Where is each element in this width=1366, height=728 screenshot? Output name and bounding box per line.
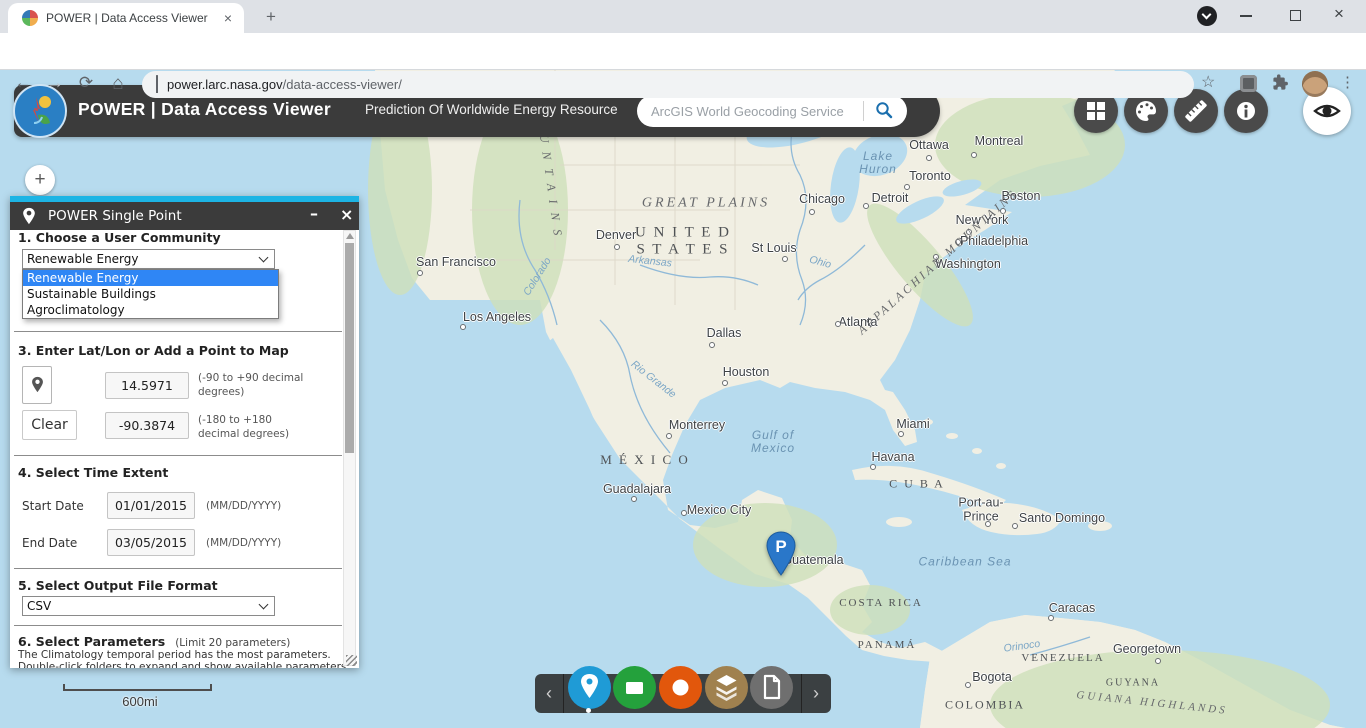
island-cuba <box>852 465 1006 509</box>
latitude-input[interactable] <box>105 372 189 399</box>
url-path: /data-access-viewer/ <box>282 77 402 92</box>
regional-tool-button[interactable] <box>613 666 656 709</box>
end-date-input[interactable] <box>107 529 195 556</box>
browser-menu-icon[interactable]: ⋮ <box>1340 73 1355 91</box>
window-minimize-button[interactable] <box>1240 15 1252 17</box>
reload-button[interactable]: ⟳ <box>74 73 98 93</box>
user-community-select[interactable]: Renewable Energy <box>22 249 275 269</box>
lock-icon <box>156 74 158 94</box>
section-divider <box>14 455 342 456</box>
forward-button[interactable]: → <box>43 73 67 93</box>
map-scale-label: 600mi <box>122 694 158 709</box>
section-time-heading: 4. Select Time Extent <box>18 465 169 480</box>
section-divider <box>14 568 342 569</box>
output-format-select[interactable]: CSV <box>22 596 275 616</box>
marker-label: P <box>775 537 786 556</box>
search-input[interactable] <box>651 103 863 119</box>
start-date-input[interactable] <box>107 492 195 519</box>
url-host: power.larc.nasa.gov <box>167 77 283 92</box>
site-favicon-icon <box>22 10 38 26</box>
tab-title: POWER | Data Access Viewer <box>46 11 208 25</box>
clear-button[interactable]: Clear <box>22 410 77 440</box>
new-tab-button[interactable]: + <box>258 4 284 30</box>
chevron-down-icon <box>1201 9 1212 20</box>
scroll-up-icon[interactable] <box>346 233 354 239</box>
point-tool-button[interactable] <box>568 666 611 709</box>
map-point-marker[interactable]: P <box>764 531 798 577</box>
active-tool-indicator <box>586 708 591 713</box>
tab-close-icon[interactable]: × <box>220 10 236 26</box>
window-close-button[interactable]: × <box>1334 4 1344 24</box>
island-jamaica <box>886 517 912 527</box>
map-scale-bar <box>63 684 212 691</box>
extensions-puzzle-icon[interactable] <box>1272 74 1289 96</box>
browser-toolbar: ← → ⟳ ⌂ power.larc.nasa.gov/data-access-… <box>0 33 1366 98</box>
document-tool-button[interactable] <box>750 666 793 709</box>
dropdown-option[interactable]: Agroclimatology <box>23 302 278 318</box>
date-format-hint: (MM/DD/YYYY) <box>206 500 282 512</box>
add-point-button[interactable] <box>22 366 52 404</box>
end-date-label: End Date <box>22 536 78 550</box>
chevron-down-icon <box>258 599 269 610</box>
app-subtitle: Prediction Of Worldwide Energy Resource <box>365 102 618 117</box>
panel-header[interactable]: POWER Single Point – × <box>10 202 359 230</box>
pin-icon <box>23 207 35 225</box>
extension-icon[interactable] <box>1240 75 1257 92</box>
longitude-hint: (-180 to +180 decimal degrees) <box>198 414 290 440</box>
start-date-label: Start Date <box>22 499 84 513</box>
home-button[interactable]: ⌂ <box>106 73 130 95</box>
params-note: Double-click folders to expand and show … <box>18 661 347 668</box>
browser-update-icon[interactable] <box>1197 6 1217 26</box>
section-community-heading: 1. Choose a User Community <box>18 230 221 245</box>
panel-minimize-icon[interactable]: – <box>310 204 318 223</box>
island-puerto-rico <box>1088 521 1112 531</box>
panel-title: POWER Single Point <box>48 208 182 224</box>
back-button[interactable]: ← <box>11 73 35 93</box>
map-zoom-in-button[interactable]: + <box>25 165 55 195</box>
info-button[interactable] <box>1224 89 1268 133</box>
layers-tool-button[interactable] <box>705 666 748 709</box>
bookmark-star-icon[interactable]: ☆ <box>1201 72 1215 92</box>
params-note: The Climatology temporal period has the … <box>18 649 331 661</box>
scrollbar-thumb[interactable] <box>345 243 354 453</box>
geocode-search[interactable] <box>637 95 907 127</box>
user-community-dropdown[interactable]: Renewable Energy Sustainable Buildings Agr… <box>22 269 279 319</box>
panel-resize-handle[interactable] <box>346 655 357 666</box>
island-hispaniola <box>962 502 1061 536</box>
date-format-hint: (MM/DD/YYYY) <box>206 537 282 549</box>
app-title: POWER | Data Access Viewer <box>78 99 331 119</box>
window-maximize-button[interactable] <box>1290 10 1301 21</box>
section-format-heading: 5. Select Output File Format <box>18 578 218 593</box>
longitude-input[interactable] <box>105 412 189 439</box>
section-params-heading: 6. Select Parameters (Limit 20 parameters… <box>18 634 291 649</box>
params-limit-note: (Limit 20 parameters) <box>175 637 291 649</box>
section-latlon-heading: 3. Enter Lat/Lon or Add a Point to Map <box>18 343 289 358</box>
power-single-point-panel: POWER Single Point – × 1. Choose a User … <box>10 196 359 668</box>
toolbar-divider <box>563 674 564 713</box>
browser-tab[interactable]: POWER | Data Access Viewer × <box>8 3 244 33</box>
output-format-value: CSV <box>27 599 52 613</box>
chevron-down-icon <box>258 252 269 263</box>
panel-close-icon[interactable]: × <box>340 205 353 224</box>
global-tool-button[interactable] <box>659 666 702 709</box>
dropdown-option[interactable]: Renewable Energy <box>23 270 278 286</box>
browser-tab-strip: POWER | Data Access Viewer × + × <box>0 0 1366 33</box>
dropdown-option[interactable]: Sustainable Buildings <box>23 286 278 302</box>
toolbar-next-icon[interactable]: › <box>802 674 830 713</box>
url-bar[interactable]: power.larc.nasa.gov/data-access-viewer/ <box>142 71 1194 98</box>
user-community-value: Renewable Energy <box>27 252 139 266</box>
search-icon[interactable] <box>864 95 904 127</box>
latitude-hint: (-90 to +90 decimal degrees) <box>198 372 304 398</box>
profile-avatar[interactable] <box>1302 71 1328 97</box>
section-divider <box>14 625 342 626</box>
toolbar-prev-icon[interactable]: ‹ <box>535 674 563 713</box>
section-divider <box>14 331 342 332</box>
screen: POWER | Data Access Viewer × + × ← → ⟳ ⌂… <box>0 0 1366 728</box>
panel-scrollbar[interactable] <box>343 230 356 666</box>
